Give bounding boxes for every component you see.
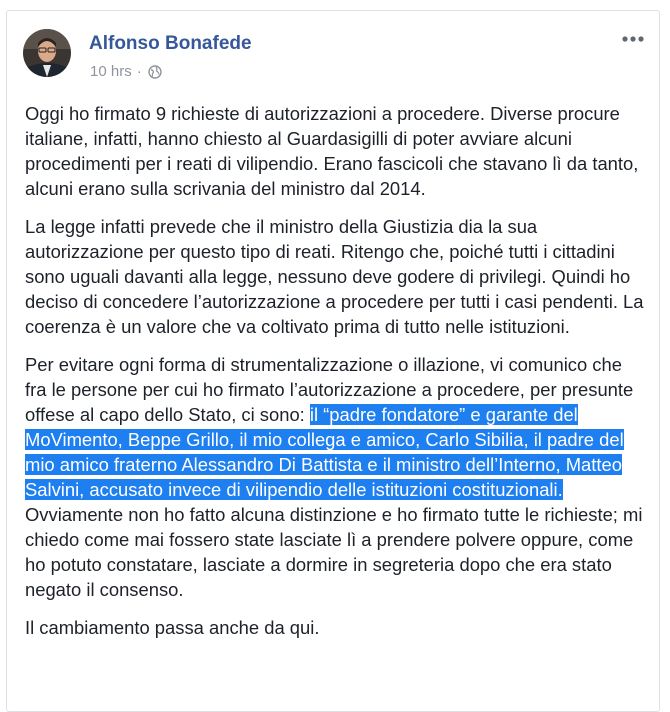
paragraph-2: La legge infatti prevede che il ministro… (25, 216, 644, 337)
paragraph-1: Oggi ho firmato 9 richieste di autorizza… (25, 103, 639, 199)
paragraph-3-outro: Ovviamente non ho fatto alcuna distinzio… (25, 504, 643, 600)
profile-photo (23, 29, 71, 77)
globe-icon[interactable] (148, 64, 162, 79)
timestamp[interactable]: 10 hrs (90, 63, 132, 80)
post-text: Oggi ho firmato 9 richieste di autorizza… (25, 101, 647, 653)
meta-separator: · (136, 63, 142, 80)
avatar[interactable] (23, 29, 71, 77)
post-meta: 10 hrs · (90, 63, 162, 80)
paragraph-closing: Il cambiamento passa anche da qui. (25, 617, 320, 638)
author-name[interactable]: Alfonso Bonafede (89, 33, 252, 55)
more-options-icon[interactable] (621, 31, 647, 51)
post-card: Alfonso Bonafede 10 hrs · Oggi ho firmat… (6, 10, 660, 712)
paragraph-3: Per evitare ogni forma di strumentalizza… (25, 352, 647, 602)
